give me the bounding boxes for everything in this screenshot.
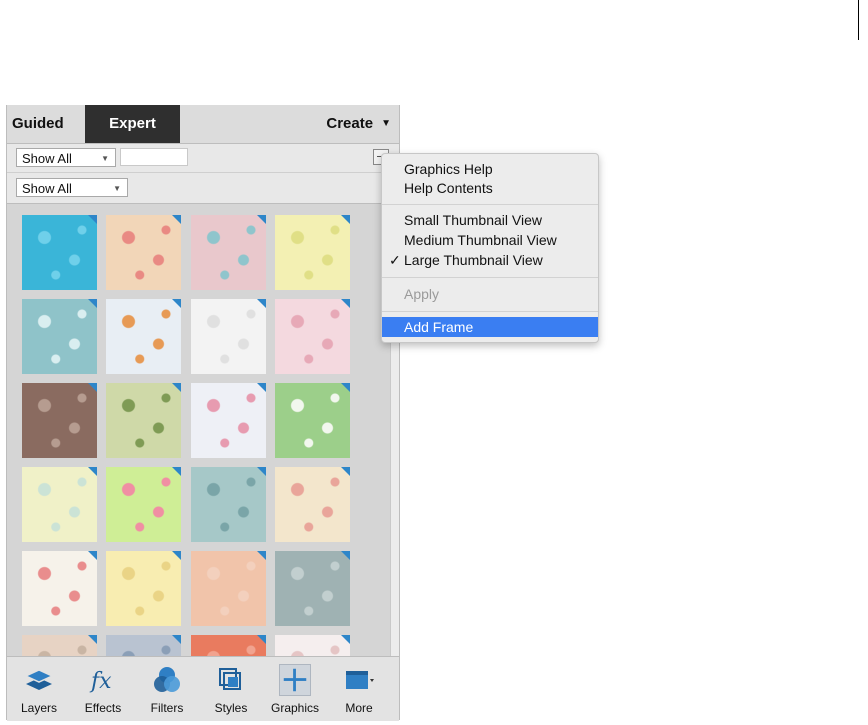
thumbnail-lime-dots[interactable] <box>106 467 181 542</box>
panel-flyout-menu: Graphics Help Help Contents Small Thumbn… <box>381 153 599 343</box>
menu-item-help-contents[interactable]: Help Contents <box>382 178 598 198</box>
tab-guided[interactable]: Guided <box>12 105 64 143</box>
menu-item-add-frame[interactable]: Add Frame <box>382 317 598 337</box>
styles-button[interactable]: Styles <box>199 657 263 721</box>
thumbnail-teal-dots[interactable] <box>22 299 97 374</box>
plus-icon <box>279 664 311 696</box>
tab-expert[interactable]: Expert <box>85 105 180 143</box>
thumbnail-green-rays[interactable] <box>106 383 181 458</box>
more-button[interactable]: More <box>327 657 391 721</box>
bottom-toolbar: Layers fx Effects Filters Styles Graphic… <box>7 656 399 721</box>
filters-label: Filters <box>150 701 184 715</box>
type-select[interactable]: Show All ▼ <box>16 178 128 197</box>
thumbnail-green-daisies[interactable] <box>275 383 350 458</box>
effects-button[interactable]: fx Effects <box>71 657 135 721</box>
layers-icon <box>24 669 54 690</box>
more-panel-icon <box>346 671 374 689</box>
layers-label: Layers <box>20 701 58 715</box>
chevron-down-icon: ▼ <box>113 184 121 193</box>
filter-row-1: Show All ▼ <box>7 144 399 173</box>
thumbnail-circles-cream[interactable] <box>275 467 350 542</box>
thumbnail-pink-hearts[interactable] <box>191 383 266 458</box>
fx-icon: fx <box>89 669 112 694</box>
menu-item-medium-thumbnail-view[interactable]: Medium Thumbnail View <box>382 230 598 250</box>
menu-item-small-thumbnail-view[interactable]: Small Thumbnail View <box>382 210 598 230</box>
filters-icon <box>154 667 180 692</box>
thumbnail-balloons-white[interactable] <box>191 299 266 374</box>
thumbnail-pastel-flowers[interactable] <box>106 215 181 290</box>
graphics-panel: Guided Expert Create ▼ Show All ▼ Show Al… <box>6 105 400 721</box>
graphics-label: Graphics <box>270 701 320 715</box>
thumbnail-partial-2[interactable] <box>106 635 181 656</box>
type-select-value: Show All <box>22 181 72 196</box>
thumbnail-brick-wall[interactable] <box>22 383 97 458</box>
search-input[interactable] <box>120 148 188 166</box>
create-menu-button[interactable]: Create ▼ <box>326 105 391 143</box>
category-select-value: Show All <box>22 151 72 166</box>
category-select[interactable]: Show All ▼ <box>16 148 116 167</box>
mode-tabbar: Guided Expert Create ▼ <box>7 105 399 144</box>
thumbnail-yellow-stripes[interactable] <box>22 467 97 542</box>
graphics-button[interactable]: Graphics <box>263 657 327 721</box>
styles-icon <box>219 668 241 690</box>
thumbnail-autumn-leaves[interactable] <box>106 299 181 374</box>
menu-separator <box>382 277 598 278</box>
thumbnail-grey-texture[interactable] <box>275 551 350 626</box>
svg-text:fx: fx <box>89 669 112 694</box>
menu-item-apply: Apply <box>404 286 440 302</box>
menu-separator <box>382 311 598 312</box>
thumbnail-teal-flowers[interactable] <box>191 467 266 542</box>
menu-item-graphics-help[interactable]: Graphics Help <box>382 159 598 179</box>
chevron-down-icon: ▼ <box>101 154 109 163</box>
chevron-down-icon: ▼ <box>381 118 391 129</box>
menu-item-large-thumbnail-view-label: Large Thumbnail View <box>404 252 543 268</box>
create-label: Create <box>326 115 374 132</box>
layers-button[interactable]: Layers <box>7 657 71 721</box>
thumbnail-grid <box>7 204 399 656</box>
thumbnail-pink-watercolor[interactable] <box>191 215 266 290</box>
thumbnail-partial-4[interactable] <box>275 635 350 656</box>
thumbnail-partial-3[interactable] <box>191 635 266 656</box>
filter-row-2: Show All ▼ <box>7 173 399 204</box>
thumbnail-confetti-white[interactable] <box>22 551 97 626</box>
thumbnail-pink-speckle[interactable] <box>275 299 350 374</box>
window-edge-line <box>858 0 859 40</box>
thumbnail-partial-1[interactable] <box>22 635 97 656</box>
effects-label: Effects <box>84 701 122 715</box>
thumbnail-yellow-burst[interactable] <box>275 215 350 290</box>
menu-item-large-thumbnail-view[interactable]: ✓ Large Thumbnail View <box>382 250 598 270</box>
styles-label: Styles <box>214 701 248 715</box>
thumbnail-blue-watercolor[interactable] <box>22 215 97 290</box>
thumbnail-yellow-dots[interactable] <box>106 551 181 626</box>
filters-button[interactable]: Filters <box>135 657 199 721</box>
menu-separator <box>382 204 598 205</box>
more-label: More <box>345 701 373 715</box>
checkmark-icon: ✓ <box>389 252 401 268</box>
thumbnail-peach-plain[interactable] <box>191 551 266 626</box>
